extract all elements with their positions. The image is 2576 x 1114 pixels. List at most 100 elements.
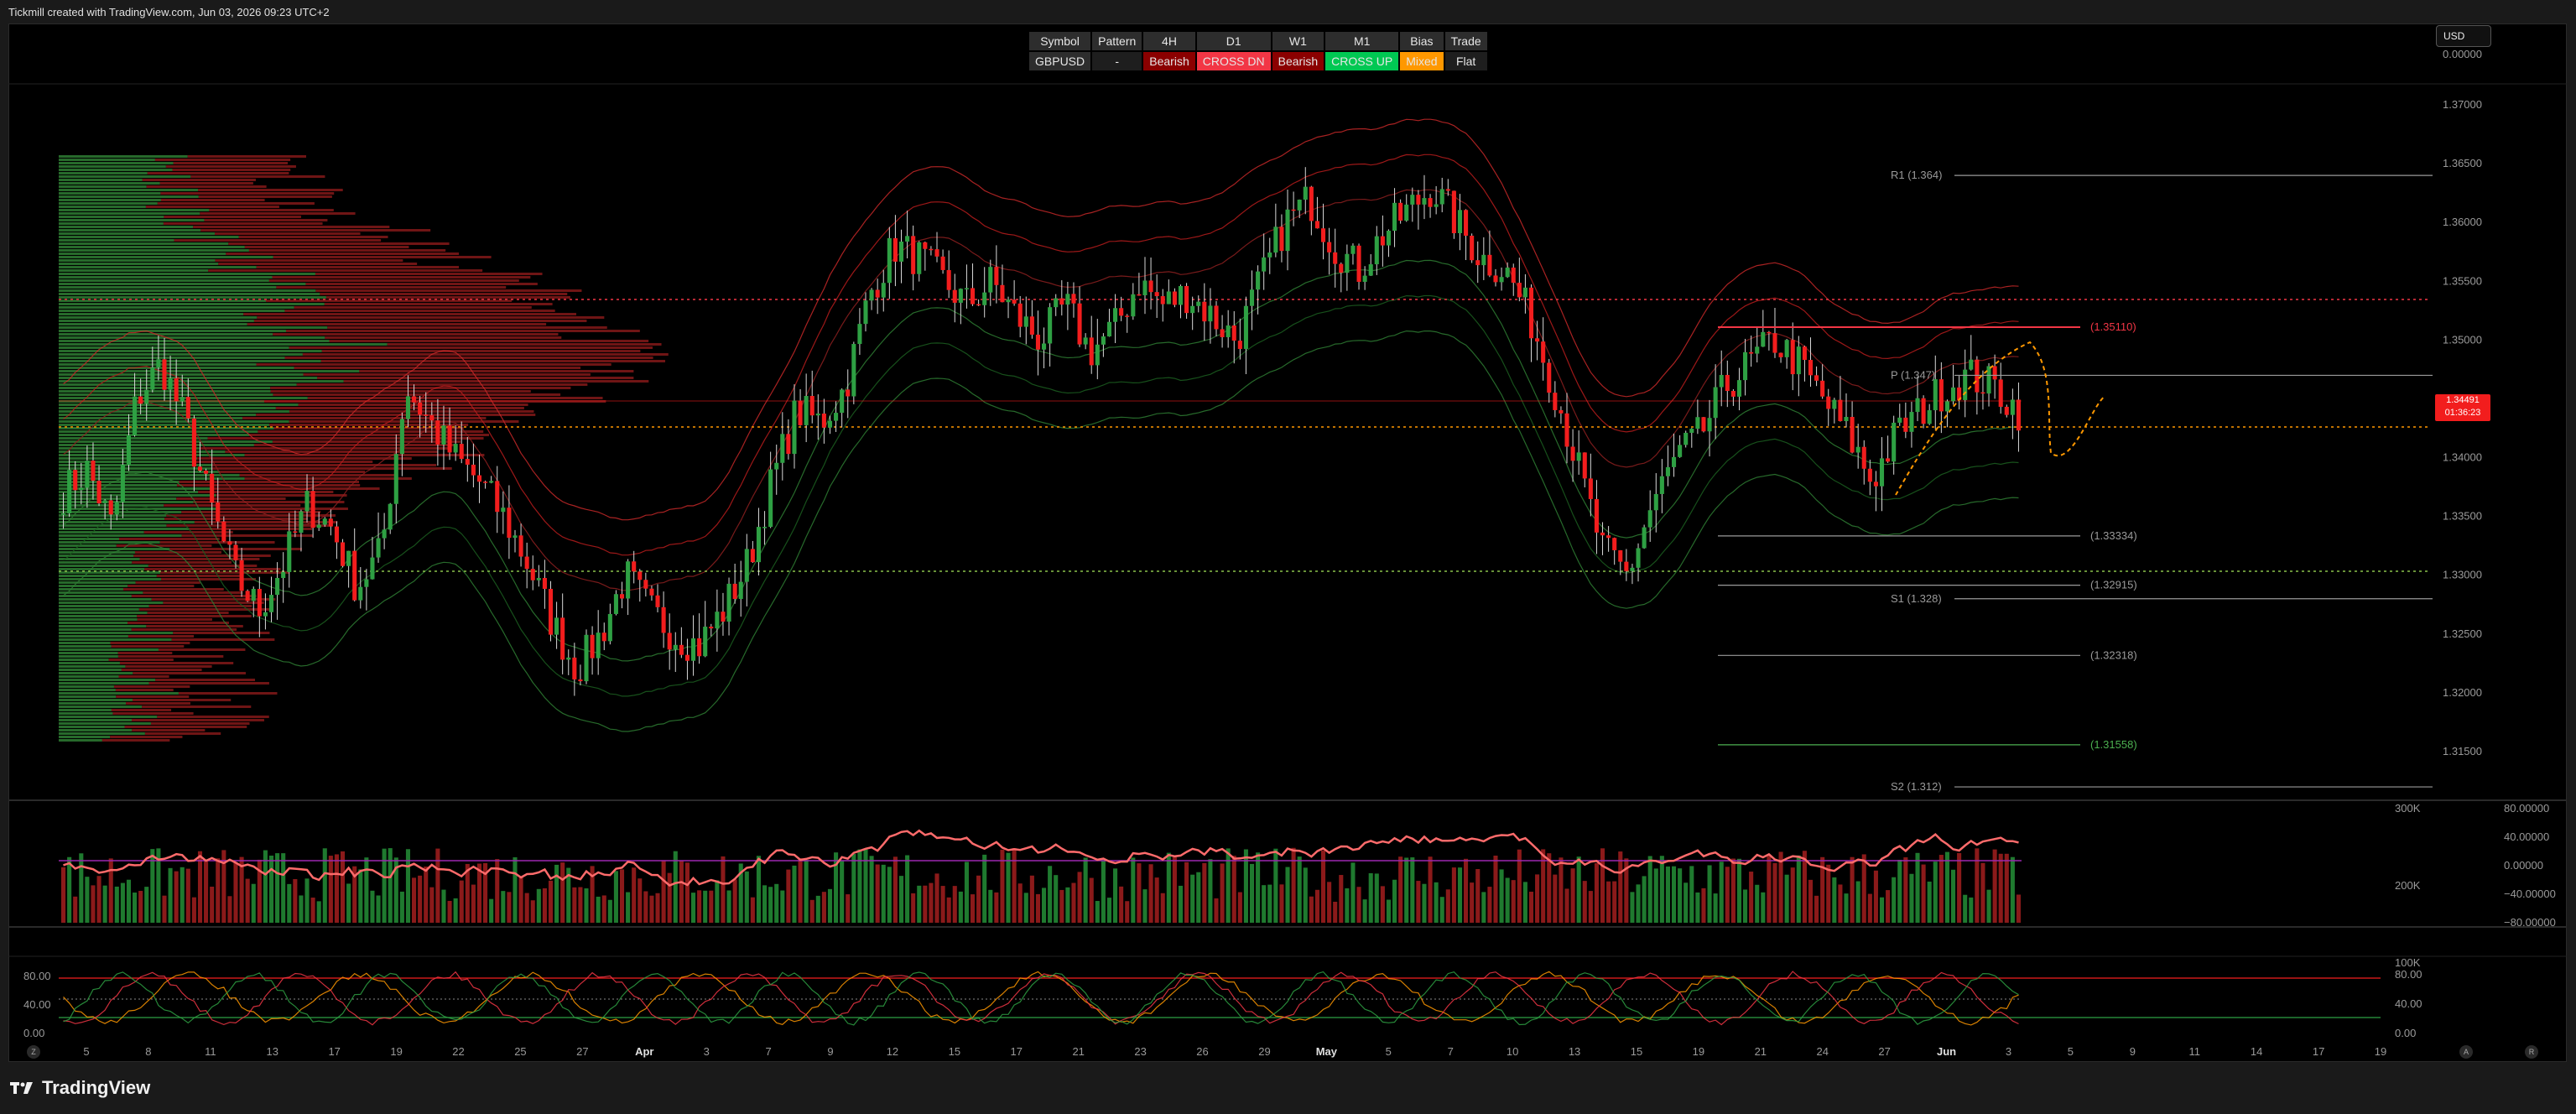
volume-profile-bar-down xyxy=(315,289,582,292)
volume-profile-bar-up xyxy=(59,192,161,195)
volume-bar xyxy=(1671,866,1677,923)
volume-bar xyxy=(1023,893,1028,923)
candle-down xyxy=(1808,360,1814,376)
volume-bar xyxy=(1767,855,1772,923)
candle-up xyxy=(1404,204,1409,221)
time-axis-label: 7 xyxy=(765,1045,771,1058)
candle-down xyxy=(518,535,523,557)
time-axis-label: 5 xyxy=(2068,1045,2074,1058)
reset-scale-button[interactable]: R xyxy=(2525,1045,2538,1059)
candle-down xyxy=(1017,303,1023,327)
volume-bar xyxy=(768,887,773,923)
volume-profile-bar-up xyxy=(59,212,200,215)
candle-up xyxy=(1909,412,1914,432)
volume-profile-bar-up xyxy=(59,692,179,695)
volume-profile-bar-up xyxy=(59,179,143,181)
signal-table: Symbol Pattern 4H D1 W1 M1 Bias Trade GBPUSD - Be… xyxy=(1028,30,1489,72)
candle-up xyxy=(1410,195,1415,205)
candle-down xyxy=(1517,283,1522,298)
volume-profile-bar-down xyxy=(200,229,431,232)
volume-profile-bar-up xyxy=(59,665,126,668)
auto-scale-button[interactable]: A xyxy=(2459,1045,2473,1059)
candle-down xyxy=(1327,242,1332,252)
chart-canvas[interactable]: R1 (1.364) (1.35110) P (1.347) (1.33334) (1.… xyxy=(0,0,2576,1114)
volume-bar xyxy=(851,854,856,923)
zoom-button[interactable]: Z xyxy=(27,1045,40,1059)
candle-down xyxy=(1029,316,1034,335)
candle-down xyxy=(637,571,643,580)
volume-profile-bar-down xyxy=(111,709,172,711)
time-axis-label: 14 xyxy=(2251,1045,2262,1058)
volume-bar xyxy=(892,856,898,923)
volume-bar xyxy=(180,867,185,923)
time-axis-label: 12 xyxy=(887,1045,898,1058)
candle-up xyxy=(1832,399,1837,409)
candle-up xyxy=(1083,337,1088,345)
time-axis-label: 27 xyxy=(1878,1045,1890,1058)
tradingview-icon xyxy=(10,1082,33,1094)
candle-down xyxy=(1012,299,1017,304)
volume-profile-bar-down xyxy=(133,672,246,674)
candle-down xyxy=(1767,331,1772,334)
time-axis-label: 3 xyxy=(704,1045,710,1058)
volume-profile-bar-up xyxy=(59,581,136,584)
candle-down xyxy=(1790,340,1795,375)
candle-down xyxy=(821,414,826,428)
candle-down xyxy=(1939,379,1944,412)
volume-profile-bar-down xyxy=(150,722,250,725)
volume-profile-bar-down xyxy=(151,598,276,601)
volume-profile-bar-up xyxy=(59,598,152,601)
volume-bar xyxy=(1838,884,1843,923)
volume-bar xyxy=(275,853,280,923)
volume-profile-bar-up xyxy=(59,209,210,211)
candle-down xyxy=(1528,287,1534,339)
volume-profile-bar-up xyxy=(59,699,133,701)
candle-up xyxy=(1915,398,1920,413)
volume-profile-bar-up xyxy=(59,246,245,248)
volume-bar xyxy=(1428,856,1433,923)
currency-selector[interactable]: USD xyxy=(2436,25,2491,47)
candle-up xyxy=(251,589,256,601)
volume-bar xyxy=(661,860,666,923)
volume-bar xyxy=(762,885,768,923)
volume-profile-bar-up xyxy=(59,403,299,406)
volume-profile-bar-up xyxy=(59,202,158,205)
volume-profile-bar-up xyxy=(59,276,273,278)
volume-bar xyxy=(970,894,976,923)
volume-bar xyxy=(476,863,482,923)
volume-bar xyxy=(233,862,238,923)
volume-profile-bar-up xyxy=(59,303,325,305)
candle-down xyxy=(1077,303,1082,345)
volume-profile xyxy=(59,155,669,742)
volume-profile-bar-up xyxy=(59,289,316,292)
candle-down xyxy=(560,617,565,660)
volume-bar xyxy=(216,858,221,923)
volume-profile-bar-up xyxy=(59,642,111,644)
volume-profile-bar-down xyxy=(174,239,382,242)
volume-profile-bar-up xyxy=(59,357,285,359)
candle-up xyxy=(863,300,868,325)
candle-down xyxy=(1564,413,1569,447)
candle-up xyxy=(917,242,922,274)
candle-down xyxy=(257,589,262,617)
candle-down xyxy=(162,359,167,390)
candle-down xyxy=(1570,446,1575,461)
stoch-left-label: 40.00 xyxy=(23,998,51,1011)
candle-down xyxy=(204,471,209,474)
volume-bar xyxy=(1214,898,1219,923)
volume-bar xyxy=(1832,877,1837,923)
tradingview-logo[interactable]: TradingView xyxy=(10,1077,150,1099)
candle-down xyxy=(1802,346,1807,361)
volume-profile-bar-down xyxy=(111,645,185,648)
volume-profile-bar-up xyxy=(59,373,304,376)
volume-profile-bar-up xyxy=(59,669,122,671)
volume-bar xyxy=(1029,875,1034,923)
volume-bar xyxy=(133,893,138,923)
volume-bar xyxy=(382,848,387,923)
candle-up xyxy=(287,531,292,572)
volume-bar xyxy=(923,885,928,923)
candle-up xyxy=(613,594,618,614)
volume-bar xyxy=(548,880,554,923)
volume-profile-bar-up xyxy=(59,632,174,634)
volume-profile-bar-up xyxy=(59,635,128,638)
